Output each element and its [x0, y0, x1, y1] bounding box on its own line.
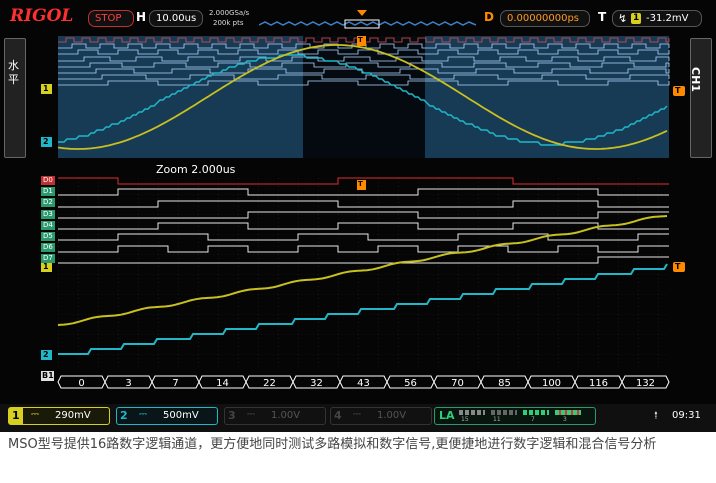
delay-label: D: [484, 10, 494, 24]
oscilloscope-screen: RIGOL STOP H 10.00us 2.000GSa/s 200k pts…: [0, 0, 716, 432]
delay-value: 0.00000000ps: [507, 13, 579, 24]
ch4-status[interactable]: 4 ⎓ 1.00V: [330, 407, 432, 425]
la-group-a-leds: [459, 410, 485, 415]
la-status[interactable]: LA 15 11 7 3: [434, 407, 596, 425]
run-state-text: STOP: [95, 13, 122, 24]
bus-value: 32: [310, 378, 323, 389]
trigger-display[interactable]: ↯ 1 -31.2mV: [612, 10, 702, 27]
ch1-overview-marker[interactable]: 1: [41, 84, 52, 94]
delay-display[interactable]: 0.00000000ps: [500, 10, 590, 27]
digital-label-d2[interactable]: D2: [41, 198, 55, 208]
digital-label-d5[interactable]: D5: [41, 232, 55, 241]
bus-value: 43: [357, 378, 370, 389]
bus-value: 7: [172, 378, 178, 389]
bus-label[interactable]: B1: [41, 371, 54, 381]
ch1-status-number: 1: [12, 409, 20, 422]
la-group-c-leds: [523, 410, 549, 415]
clock: 09:31: [672, 410, 701, 421]
la-group-a-label: 15: [461, 416, 469, 423]
bus-value: 56: [404, 378, 417, 389]
ch1-overview-marker-text: 1: [43, 84, 49, 93]
bus-value: 100: [542, 378, 561, 389]
ch4-scale: 1.00V: [377, 410, 407, 421]
ch2-status-number: 2: [120, 409, 128, 422]
digital-label-d0[interactable]: D0: [41, 176, 55, 185]
bus-value: 14: [216, 378, 229, 389]
bus-decode-track: 0 3 7 14 22 32 43 56 70 85 100 116 132: [57, 375, 670, 389]
bus-value: 0: [78, 378, 84, 389]
ch3-status[interactable]: 3 ⎓ 1.00V: [224, 407, 326, 425]
horizontal-menu-tab[interactable]: 水平: [4, 38, 26, 158]
brand-logo: RIGOL: [10, 6, 74, 26]
trigger-level-marker-zoom-text: T: [675, 262, 681, 271]
memory-depth: 200k pts: [213, 19, 244, 27]
timebase-display[interactable]: 10.00us: [149, 10, 203, 27]
ch1-status-badge: 1: [9, 408, 23, 424]
la-group-b-label: 11: [493, 416, 501, 423]
la-group-c-label: 7: [531, 416, 535, 423]
ch2-zoom-marker[interactable]: 2: [41, 350, 52, 360]
digital-label-d7[interactable]: D7: [41, 254, 55, 264]
horizontal-label: H: [136, 10, 147, 24]
zoom-label: Zoom 2.000us: [156, 163, 236, 176]
trigger-time-marker-overview-text: T: [358, 36, 363, 44]
trigger-level-marker-overview[interactable]: T: [673, 86, 685, 96]
ch1-status[interactable]: 1 ⎓ 290mV: [8, 407, 110, 425]
bus-value: 22: [263, 378, 276, 389]
ch4-status-number: 4: [334, 409, 342, 422]
horizontal-menu-label: 水平: [8, 59, 19, 86]
zoom-region: [303, 36, 425, 158]
la-group-d-leds: [555, 410, 581, 415]
sample-rate: 2.000GSa/s: [209, 9, 250, 17]
trigger-edge-icon: ↯: [618, 12, 628, 25]
waveform-display: 0 3 7 14 22 32 43 56 70 85 100 116 132: [57, 36, 670, 389]
ch2-overview-marker-text: 2: [43, 137, 49, 146]
usb-icon: ⭫: [654, 409, 658, 422]
memory-overview-strip: [259, 8, 476, 30]
ch1-coupling-icon: ⎓: [31, 409, 39, 420]
digital-label-d1[interactable]: D1: [41, 187, 55, 197]
ch1-zoom-marker-text: 1: [43, 262, 49, 271]
digital-label-d6[interactable]: D6: [41, 243, 55, 253]
ch2-scale: 500mV: [163, 410, 199, 421]
bus-value: 70: [451, 378, 464, 389]
channel1-menu-label: CH1: [689, 67, 702, 92]
la-group-d-label: 3: [563, 416, 567, 423]
ch2-zoom-marker-text: 2: [43, 350, 49, 359]
trigger-channel-badge: 1: [631, 13, 641, 24]
bus-value: 132: [636, 378, 655, 389]
timebase-value: 10.00us: [156, 13, 197, 24]
run-state-badge[interactable]: STOP: [88, 10, 134, 27]
ch4-coupling-icon: ⎓: [353, 409, 361, 420]
ch2-coupling-icon: ⎓: [139, 409, 147, 420]
ch1-zoom-marker[interactable]: 1: [41, 262, 52, 272]
digital-label-d4[interactable]: D4: [41, 220, 55, 230]
ch3-scale: 1.00V: [271, 410, 301, 421]
caption: MSO型号提供16路数字逻辑通道，更方便地同时测试多路模拟和数字信号,更便捷地进…: [8, 437, 657, 452]
trigger-time-marker-overview[interactable]: T: [357, 36, 366, 46]
ch2-overview-marker[interactable]: 2: [41, 137, 52, 147]
trigger-level: -31.2mV: [646, 13, 689, 24]
ch3-status-number: 3: [228, 409, 236, 422]
digital-label-d3[interactable]: D3: [41, 209, 55, 219]
ch2-status[interactable]: 2 ⎓ 500mV: [116, 407, 218, 425]
trigger-label: T: [598, 10, 607, 24]
la-group-b-leds: [491, 410, 517, 415]
la-label: LA: [439, 409, 455, 422]
trigger-time-marker-zoom-text: T: [358, 180, 363, 188]
zoom-grid: [58, 175, 669, 369]
bus-value: 85: [498, 378, 511, 389]
trigger-channel-number: 1: [633, 13, 640, 23]
channel1-menu-tab[interactable]: CH1: [689, 38, 712, 158]
ch3-coupling-icon: ⎓: [247, 409, 255, 420]
bus-value: 3: [125, 378, 131, 389]
trigger-level-marker-overview-text: T: [675, 86, 681, 95]
trigger-level-marker-zoom[interactable]: T: [673, 262, 685, 272]
ch1-scale: 290mV: [55, 410, 91, 421]
bus-value: 116: [589, 378, 608, 389]
trigger-time-marker-zoom[interactable]: T: [357, 180, 366, 190]
bus-label-text: B1: [42, 371, 54, 380]
